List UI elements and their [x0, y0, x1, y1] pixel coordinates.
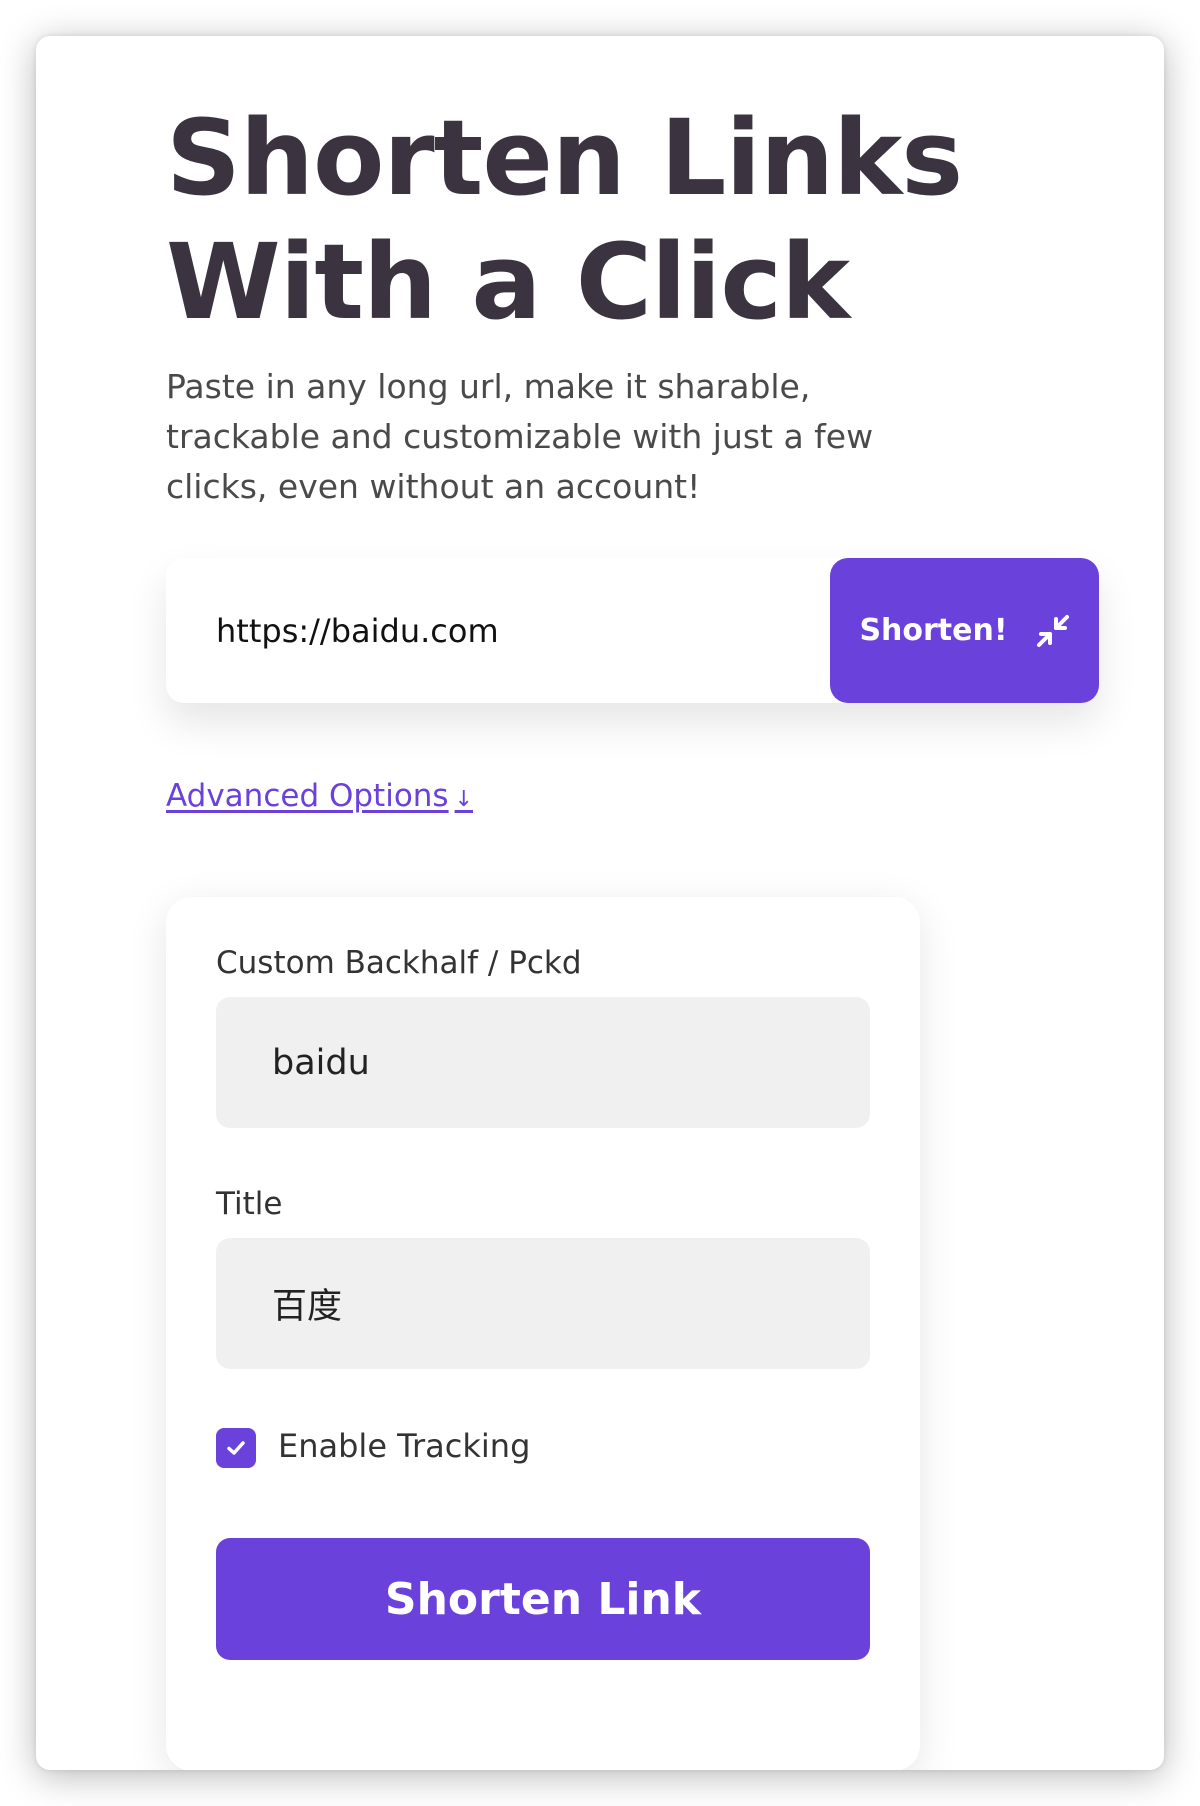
hero-title-line-1: Shorten Links [166, 97, 963, 219]
advanced-options-label: Advanced Options [166, 778, 449, 814]
backhalf-input[interactable] [216, 997, 870, 1128]
advanced-options-card: Custom Backhalf / Pckd Title Enable Trac… [166, 897, 920, 1770]
shorten-link-button[interactable]: Shorten Link [216, 1538, 870, 1660]
compress-arrows-icon [1036, 614, 1070, 648]
checkmark-icon [227, 1441, 245, 1455]
url-input[interactable] [216, 558, 776, 703]
enable-tracking-checkbox[interactable] [216, 1428, 256, 1468]
hero-title-line-2: With a Click [166, 221, 850, 343]
backhalf-label: Custom Backhalf / Pckd [216, 945, 582, 981]
enable-tracking-label[interactable]: Enable Tracking [278, 1427, 530, 1465]
shorten-button[interactable]: Shorten! [830, 558, 1099, 703]
title-input[interactable] [216, 1238, 870, 1369]
url-form: Shorten! [166, 558, 1099, 703]
hero-subtitle: Paste in any long url, make it sharable,… [166, 367, 874, 506]
shorten-button-label: Shorten! [859, 613, 1008, 648]
browser-window: Shorten Links With a Click Paste in any … [36, 36, 1164, 1770]
advanced-options-link[interactable]: Advanced Options ↓ [166, 778, 473, 814]
arrow-down-icon: ↓ [454, 787, 474, 812]
title-label: Title [216, 1186, 283, 1222]
hero-title: Shorten Links With a Click [166, 96, 1066, 344]
